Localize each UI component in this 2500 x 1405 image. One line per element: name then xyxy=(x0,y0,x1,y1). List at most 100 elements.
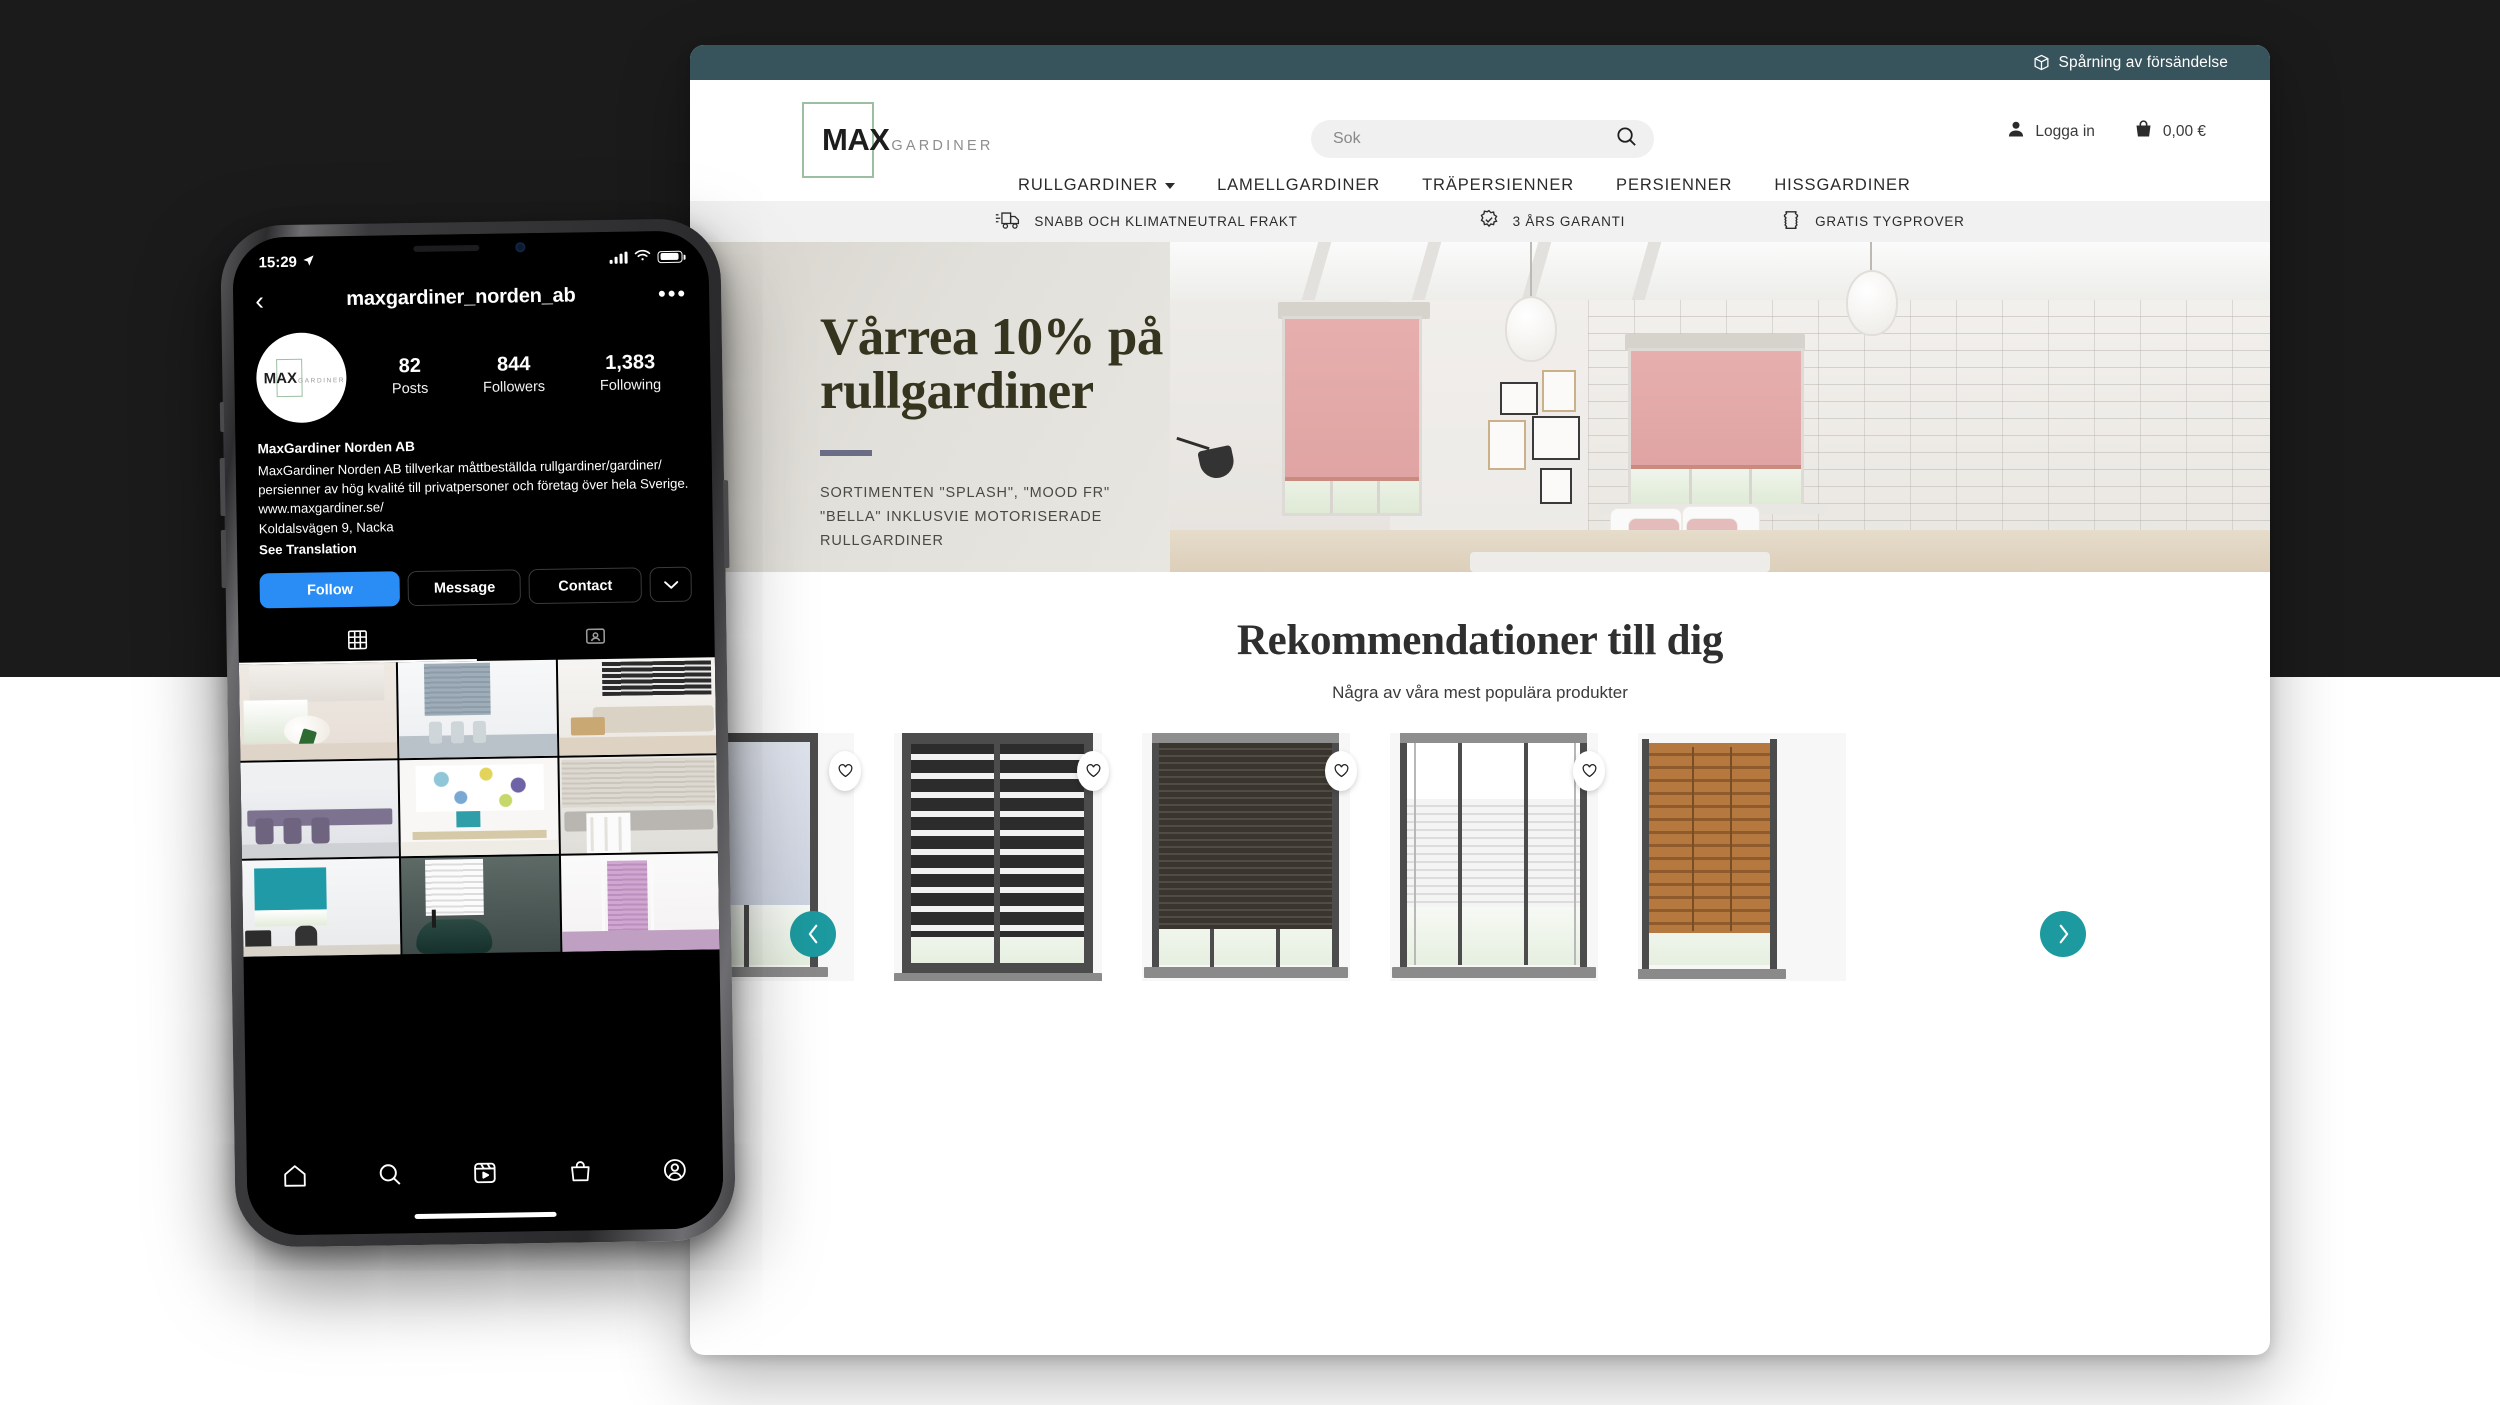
phone-body: 15:29 ‹ maxgardiner_norden_ab ••• MAX GA… xyxy=(219,218,736,1248)
nav-label: HISSGARDINER xyxy=(1774,176,1911,194)
profile-bio: MaxGardiner Norden AB MaxGardiner Norden… xyxy=(235,416,713,560)
avatar-logo-max: MAX xyxy=(263,369,298,387)
battery-icon xyxy=(657,250,683,263)
product-card-black-zebra-blind[interactable] xyxy=(894,733,1109,981)
carousel-track xyxy=(690,733,1846,981)
grid-item-post-teal-office-blind[interactable] xyxy=(241,858,401,957)
phone-silence-switch[interactable] xyxy=(219,401,225,433)
product-card-white-pleated-blind[interactable] xyxy=(1390,733,1605,981)
benefit-samples: GRATIS TYGPROVER xyxy=(1780,209,1965,234)
search-input[interactable] xyxy=(1333,130,1615,148)
favorite-heart-icon[interactable] xyxy=(1077,751,1109,791)
stat-followers[interactable]: 844 Followers xyxy=(482,353,546,396)
search-icon[interactable] xyxy=(1615,125,1638,153)
tabbar-home-icon[interactable] xyxy=(281,1163,307,1194)
grid-item-post-floral-roller-blind[interactable] xyxy=(399,757,559,857)
logo-gardiner-text: GARDINER xyxy=(891,138,994,154)
site-header: MAX GARDINER Logga in xyxy=(690,80,2270,201)
status-time: 15:29 xyxy=(258,253,298,272)
benefit-samples-label: GRATIS TYGPROVER xyxy=(1815,214,1965,229)
cart-button[interactable]: 0,00 € xyxy=(2133,118,2206,145)
nav-label: TRÄPERSIENNER xyxy=(1422,176,1575,194)
phone-screen: 15:29 ‹ maxgardiner_norden_ab ••• MAX GA… xyxy=(232,230,724,1236)
benefit-shipping: SNABB OCH KLIMATNEUTRAL FRAKT xyxy=(995,210,1297,233)
hero-sub-line1: SORTIMENTEN "SPLASH", "MOOD FR" xyxy=(820,485,1110,502)
recommendations-section: Rekommendationer till dig Några av våra … xyxy=(690,572,2270,998)
site-logo[interactable]: MAX GARDINER xyxy=(800,98,990,182)
search-box[interactable] xyxy=(1311,120,1654,158)
tab-tagged[interactable] xyxy=(476,615,715,661)
stat-followers-label: Followers xyxy=(482,378,546,396)
product-card-wooden-venetian-blind[interactable] xyxy=(1638,733,1846,981)
more-options-chevron-down-icon[interactable] xyxy=(649,566,692,603)
stat-following[interactable]: 1,383 Following xyxy=(599,351,661,394)
message-button[interactable]: Message xyxy=(407,569,522,607)
grid-item-post-purple-bedroom-blind[interactable] xyxy=(560,853,720,952)
hero-title-line1: Vårrea 10% på xyxy=(820,308,1163,366)
tabbar-profile-icon[interactable] xyxy=(662,1157,688,1188)
nav-item-hissgardiner[interactable]: HISSGARDINER xyxy=(1774,176,1910,195)
main-navigation: RULLGARDINER LAMELLGARDINER TRÄPERSIENNE… xyxy=(1018,176,1911,195)
phone-volume-down-button[interactable] xyxy=(220,529,227,589)
instagram-tab-bar xyxy=(246,1142,724,1236)
nav-label: LAMELLGARDINER xyxy=(1217,176,1381,194)
hero-divider xyxy=(820,450,872,457)
shopping-bag-icon xyxy=(2133,118,2154,145)
hero-sub-line3: RULLGARDINER xyxy=(820,532,944,549)
profile-avatar[interactable]: MAX GARDINER xyxy=(255,332,348,424)
back-chevron-left-icon[interactable]: ‹ xyxy=(255,285,264,315)
stat-followers-count: 844 xyxy=(496,353,531,376)
hero-banner: Vårrea 10% på rullgardiner SORTIMENTEN "… xyxy=(690,242,2270,572)
fabric-swatch-icon xyxy=(1780,209,1802,234)
hero-sub-line2: "BELLA" INKLUSVIE MOTORISERADE xyxy=(820,509,1103,526)
grid-item-post-office-meeting-room[interactable] xyxy=(240,760,400,859)
nav-item-trapersienner[interactable]: TRÄPERSIENNER xyxy=(1422,176,1574,195)
tabbar-shop-bag-icon[interactable] xyxy=(568,1158,593,1189)
instagram-profile-title: maxgardiner_norden_ab xyxy=(346,283,576,310)
more-ellipsis-icon[interactable]: ••• xyxy=(658,281,688,307)
tabbar-reels-icon[interactable] xyxy=(472,1160,498,1191)
profile-photo-grid xyxy=(238,657,720,957)
recommendations-heading: Rekommendationer till dig xyxy=(1236,617,1724,664)
browser-window: Spårning av försändelse MAX GARDINER Sok… xyxy=(690,45,2270,1355)
wifi-icon xyxy=(634,248,651,265)
favorite-heart-icon[interactable] xyxy=(1325,751,1357,791)
grid-item-post-bay-window-seat[interactable] xyxy=(559,755,718,854)
grid-item-post-bathroom-venetian[interactable] xyxy=(401,855,561,955)
avatar-logo-gardiner: GARDINER xyxy=(297,376,346,385)
home-indicator[interactable] xyxy=(414,1211,557,1220)
shipment-tracking-link[interactable]: Spårning av försändelse xyxy=(2033,54,2228,72)
contact-button[interactable]: Contact xyxy=(528,567,642,605)
profile-content-tabs xyxy=(238,615,715,664)
benefits-bar: SNABB OCH KLIMATNEUTRAL FRAKT 3 ÅRS GARA… xyxy=(690,201,2270,242)
tab-grid[interactable] xyxy=(238,619,477,665)
truck-icon xyxy=(995,210,1021,233)
grid-item-post-living-room-zebra[interactable] xyxy=(557,657,717,756)
grid-item-post-flowers-window[interactable] xyxy=(238,662,398,761)
stat-posts-label: Posts xyxy=(391,380,429,398)
benefit-warranty-label: 3 ÅRS GARANTI xyxy=(1512,214,1626,229)
package-icon xyxy=(2033,54,2050,71)
favorite-heart-icon[interactable] xyxy=(829,751,861,791)
tabbar-search-icon[interactable] xyxy=(377,1161,403,1192)
phone-volume-up-button[interactable] xyxy=(219,457,226,517)
login-button[interactable]: Logga in xyxy=(2006,119,2095,144)
nav-label: PERSIENNER xyxy=(1616,176,1733,194)
hero-text-panel: Vårrea 10% på rullgardiner SORTIMENTEN "… xyxy=(690,242,1170,572)
nav-item-rullgardiner[interactable]: RULLGARDINER xyxy=(1018,176,1176,195)
tagged-person-icon xyxy=(584,625,606,652)
stat-posts[interactable]: 82 Posts xyxy=(391,355,429,398)
carousel-next-button[interactable] xyxy=(2040,911,2086,957)
carousel-prev-button[interactable] xyxy=(790,911,836,957)
favorite-heart-icon[interactable] xyxy=(1573,751,1605,791)
nav-item-persienner[interactable]: PERSIENNER xyxy=(1616,176,1732,195)
nav-item-lamellgardiner[interactable]: LAMELLGARDINER xyxy=(1217,176,1380,195)
badge-check-icon xyxy=(1478,209,1500,234)
follow-button[interactable]: Follow xyxy=(259,571,401,609)
instagram-nav-bar: ‹ maxgardiner_norden_ab ••• xyxy=(233,270,710,321)
product-card-dark-pleated-blind[interactable] xyxy=(1142,733,1357,981)
stat-following-label: Following xyxy=(599,377,662,395)
hero-image xyxy=(1170,242,2270,572)
grid-item-post-blue-pleated-blind[interactable] xyxy=(398,659,558,759)
stat-following-count: 1,383 xyxy=(604,351,656,374)
